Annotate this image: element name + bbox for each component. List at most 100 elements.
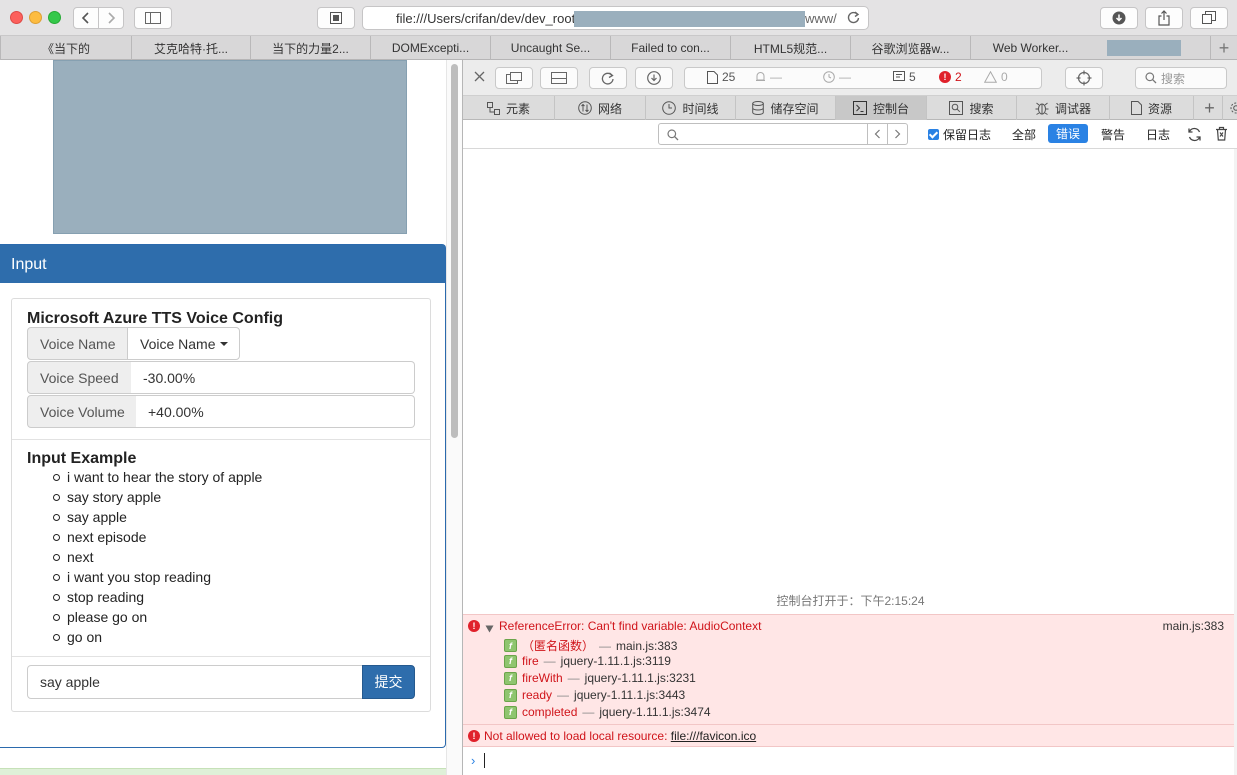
stack-frame-location[interactable]: jquery-1.11.1.js:3231 [585,671,696,685]
input-example-list: i want to hear the story of apple say sto… [52,467,262,647]
filter-errors-button[interactable]: 错误 [1048,124,1088,143]
stack-frame-function: fire [522,654,539,668]
inspector-tab-network[interactable]: 网络 [555,96,646,120]
voice-name-dropdown[interactable]: Voice Name [127,327,240,360]
log-count: 5 [909,70,916,84]
page-scrollbar-thumb[interactable] [451,64,458,438]
browser-tab[interactable]: HTML5规范... [730,36,850,60]
browser-tab[interactable]: 当下的力量2... [250,36,370,60]
filter-logs-button[interactable]: 日志 [1146,126,1170,143]
clear-on-reload-icon[interactable] [1187,127,1202,145]
inspector-tab-resources[interactable]: 资源 [1110,96,1194,120]
dock-bottom-button[interactable] [540,67,578,89]
warning-icon [984,71,997,83]
search-placeholder: 搜索 [1161,71,1186,86]
add-tab-button[interactable]: + [1197,96,1223,120]
voice-speed-input[interactable]: -30.00% [131,361,415,394]
inspector-tab-storage[interactable]: 储存空间 [736,96,836,120]
detach-inspector-button[interactable] [495,67,533,89]
inspector-tab-search[interactable]: 搜索 [927,96,1017,120]
inspector-search-field[interactable]: 搜索 [1135,67,1227,89]
reader-button[interactable] [317,7,355,29]
stack-frame-location[interactable]: jquery-1.11.1.js:3119 [561,654,671,668]
error-source-link[interactable]: main.js:383 [1163,619,1224,633]
clear-console-icon[interactable] [1215,126,1228,144]
reload-icon[interactable] [847,10,860,27]
tab-overview-button[interactable] [1190,7,1228,29]
new-tab-button[interactable]: + [1210,36,1237,60]
filter-all-button[interactable]: 全部 [1012,126,1036,143]
browser-tab[interactable]: Failed to con... [610,36,730,60]
settings-gear-icon[interactable] [1224,96,1237,120]
browser-tab[interactable]: DOMExcepti... [370,36,490,60]
resource-error-text: Not allowed to load local resource: [484,729,671,743]
close-window-button[interactable] [10,11,23,24]
load-size-stat[interactable]: — [755,70,782,84]
utterance-input[interactable]: say apple [27,665,363,699]
zoom-window-button[interactable] [48,11,61,24]
stack-frame[interactable]: f （匿名函数） — main.js:383 [504,637,677,654]
downloads-button[interactable] [1100,7,1138,29]
browser-tab[interactable]: Uncaught Se... [490,36,610,60]
panel-title: Input [0,245,445,283]
resource-count-stat[interactable]: 25 [707,70,735,84]
output-panel-edge [0,768,446,775]
function-icon: f [504,705,517,719]
network-icon [578,101,592,115]
inspector-tab-debugger[interactable]: 调试器 [1017,96,1110,120]
example-list-item: go on [52,627,262,647]
stack-frame[interactable]: f fireWith — jquery-1.11.1.js:3231 [504,671,696,685]
stack-frame-function: completed [522,705,578,719]
share-button[interactable] [1145,7,1183,29]
resource-error-link[interactable]: file:///favicon.ico [671,729,756,743]
console-filter-input[interactable] [658,123,868,145]
load-time-stat[interactable]: — [823,70,851,84]
stack-frame-location[interactable]: jquery-1.11.1.js:3443 [574,688,685,702]
browser-tab[interactable]: 谷歌浏览器w... [850,36,970,60]
inspector-tab-console[interactable]: 控制台 [836,96,927,120]
filter-next-button[interactable] [887,123,908,145]
close-inspector-icon[interactable] [474,70,485,85]
voice-volume-input[interactable]: +40.00% [136,395,415,428]
stack-frame[interactable]: f completed — jquery-1.11.1.js:3474 [504,705,711,719]
warning-count-stat[interactable]: 0 [984,70,1008,84]
inspect-element-button[interactable] [1065,67,1103,89]
browser-tab[interactable]: Web Worker... [970,36,1090,60]
stack-frame-location[interactable]: jquery-1.11.1.js:3474 [599,705,710,719]
inspector-tab-timeline[interactable]: 时间线 [646,96,736,120]
back-button[interactable] [73,7,99,29]
section-divider [12,439,430,440]
log-count-stat[interactable]: 5 [893,70,916,84]
minimize-window-button[interactable] [29,11,42,24]
inspector-tab-elements[interactable]: 元素 [463,96,555,120]
voice-volume-label: Voice Volume [27,395,137,428]
console-input-cursor[interactable] [484,753,485,768]
preserve-log-checkbox[interactable]: 保留日志 [928,126,991,143]
console-error-message[interactable]: ! ReferenceError: Can't find variable: A… [463,614,1237,724]
example-list-item: please go on [52,607,262,627]
stack-frame[interactable]: f fire — jquery-1.11.1.js:3119 [504,654,671,668]
resources-icon [1130,101,1142,115]
stack-frame-location[interactable]: main.js:383 [616,639,677,653]
filter-warnings-button[interactable]: 警告 [1101,126,1125,143]
disclosure-triangle-icon[interactable] [485,621,494,636]
address-bar[interactable]: file:///Users/crifan/dev/dev_root www/ [362,6,869,30]
console-opened-timestamp: 控制台打开于：下午2:15:24 [776,594,925,608]
forward-button[interactable] [98,7,124,29]
caret-down-icon [220,341,229,346]
download-archive-button[interactable] [635,67,673,89]
error-count-stat[interactable]: ! 2 [939,70,962,84]
submit-button[interactable]: 提交 [362,665,415,699]
inspector-tab-label: 时间线 [682,101,719,116]
browser-tab[interactable]: 艾克哈特·托... [131,36,250,60]
document-icon [707,70,718,84]
storage-icon [752,101,765,115]
voice-name-dropdown-label: Voice Name [140,335,216,352]
sidebar-toggle-button[interactable] [134,7,172,29]
console-error-message[interactable]: ! Not allowed to load local resource: fi… [463,724,1237,747]
stack-frame[interactable]: f ready — jquery-1.11.1.js:3443 [504,688,685,702]
filter-previous-button[interactable] [867,123,888,145]
redacted-tab[interactable] [1107,40,1181,56]
reload-page-button[interactable] [589,67,627,89]
browser-tab[interactable]: 《当下的 [0,36,131,60]
